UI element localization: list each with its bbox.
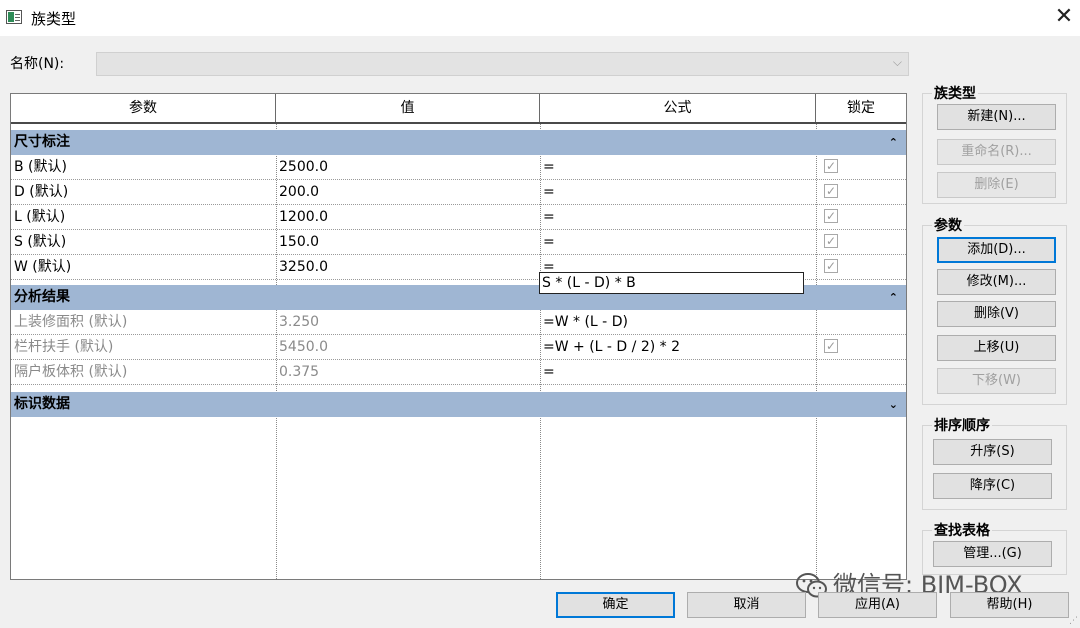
param-name: 栏杆扶手 (默认) [14, 339, 114, 355]
sort-descending-button[interactable]: 降序(C) [933, 473, 1052, 499]
param-name: 上装修面积 (默认) [14, 314, 128, 330]
table-row[interactable]: 隔户板体积 (默认) 0.375 = [11, 360, 906, 385]
parameter-grid: 参数 值 公式 锁定 尺寸标注 ⌃ B (默认) 2500.0 = ✓ D (默… [10, 93, 907, 580]
param-value: 3.250 [279, 314, 320, 330]
add-parameter-button[interactable]: 添加(D)... [937, 237, 1056, 263]
group-label: 分析结果 [14, 289, 70, 305]
family-types-label: 族类型 [932, 83, 978, 103]
param-value[interactable]: 1200.0 [276, 205, 540, 229]
move-up-button[interactable]: 上移(U) [937, 335, 1056, 361]
lock-cell [816, 360, 906, 384]
lock-checkbox[interactable]: ✓ [824, 159, 838, 173]
group-header-identity-data[interactable]: 标识数据 ⌄ [11, 392, 906, 417]
formula-edit-input[interactable]: S * (L - D) * B [539, 272, 804, 294]
delete-type-button[interactable]: 删除(E) [937, 172, 1056, 198]
lock-checkbox[interactable]: ✓ [824, 339, 838, 353]
group-label: 标识数据 [14, 396, 70, 412]
cancel-button[interactable]: 取消 [687, 592, 806, 618]
lock-cell: ✓ [816, 230, 906, 254]
title-bar: 族类型 ✕ [0, 0, 1080, 36]
modify-parameter-button[interactable]: 修改(M)... [937, 269, 1056, 295]
column-header-formula[interactable]: 公式 [540, 94, 816, 122]
rename-type-button[interactable]: 重命名(R)... [937, 139, 1056, 165]
sort-ascending-button[interactable]: 升序(S) [933, 439, 1052, 465]
lock-cell: ✓ [816, 155, 906, 179]
parameters-label: 参数 [932, 215, 964, 235]
param-name: L (默认) [14, 209, 66, 225]
collapse-icon[interactable]: ⌃ [889, 130, 898, 155]
chevron-down-icon: ⌵ [892, 55, 902, 69]
close-icon[interactable]: ✕ [1050, 2, 1078, 32]
table-row[interactable]: 栏杆扶手 (默认) 5450.0 =W + (L - D / 2) * 2 ✓ [11, 335, 906, 360]
column-header-parameter[interactable]: 参数 [11, 94, 276, 122]
lock-checkbox[interactable]: ✓ [824, 209, 838, 223]
column-header-value[interactable]: 值 [276, 94, 540, 122]
table-row[interactable]: 上装修面积 (默认) 3.250 =W * (L - D) [11, 310, 906, 335]
lock-checkbox[interactable]: ✓ [824, 259, 838, 273]
sort-order-label: 排序顺序 [932, 415, 992, 435]
collapse-icon[interactable]: ⌃ [889, 285, 898, 310]
param-formula[interactable]: = [540, 180, 816, 204]
expand-icon[interactable]: ⌄ [889, 392, 898, 417]
lock-checkbox[interactable]: ✓ [824, 184, 838, 198]
table-row[interactable]: S (默认) 150.0 = ✓ [11, 230, 906, 255]
lock-cell: ✓ [816, 255, 906, 279]
param-formula[interactable]: = [540, 205, 816, 229]
param-name: B (默认) [14, 159, 67, 175]
param-name: W (默认) [14, 259, 72, 275]
app-icon [6, 10, 22, 24]
param-value[interactable]: 2500.0 [276, 155, 540, 179]
param-value: 5450.0 [279, 339, 328, 355]
group-label: 尺寸标注 [14, 134, 70, 150]
param-value: 0.375 [279, 364, 320, 380]
param-name: S (默认) [14, 234, 67, 250]
lookup-tables-label: 查找表格 [932, 520, 992, 540]
table-row[interactable]: L (默认) 1200.0 = ✓ [11, 205, 906, 230]
window-title: 族类型 [31, 10, 77, 28]
apply-button[interactable]: 应用(A) [818, 592, 937, 618]
param-value[interactable]: 200.0 [276, 180, 540, 204]
param-name: 隔户板体积 (默认) [14, 364, 128, 380]
column-header-lock[interactable]: 锁定 [816, 94, 906, 122]
grid-header: 参数 值 公式 锁定 [11, 94, 906, 124]
lock-checkbox[interactable]: ✓ [824, 234, 838, 248]
lock-cell: ✓ [816, 180, 906, 204]
name-dropdown[interactable]: ⌵ [96, 52, 909, 76]
param-value[interactable]: 150.0 [276, 230, 540, 254]
move-down-button[interactable]: 下移(W) [937, 368, 1056, 394]
new-type-button[interactable]: 新建(N)... [937, 104, 1056, 130]
group-header-dimensions[interactable]: 尺寸标注 ⌃ [11, 130, 906, 155]
table-row[interactable]: D (默认) 200.0 = ✓ [11, 180, 906, 205]
lock-cell: ✓ [816, 205, 906, 229]
param-formula[interactable]: = [540, 155, 816, 179]
delete-parameter-button[interactable]: 删除(V) [937, 301, 1056, 327]
param-name: D (默认) [14, 184, 69, 200]
manage-lookup-tables-button[interactable]: 管理...(G) [933, 541, 1052, 567]
ok-button[interactable]: 确定 [556, 592, 675, 618]
table-row[interactable]: B (默认) 2500.0 = ✓ [11, 155, 906, 180]
help-button[interactable]: 帮助(H) [950, 592, 1069, 618]
param-formula[interactable]: = [540, 230, 816, 254]
name-label: 名称(N): [10, 56, 65, 72]
lock-cell [816, 310, 906, 334]
param-formula[interactable]: =W + (L - D / 2) * 2 [540, 335, 816, 359]
param-value[interactable]: 3250.0 [276, 255, 540, 279]
lock-cell: ✓ [816, 335, 906, 359]
resize-grip-icon[interactable]: ⋰ [1069, 616, 1078, 626]
param-formula[interactable]: = [540, 360, 816, 384]
param-formula[interactable]: =W * (L - D) [540, 310, 816, 334]
